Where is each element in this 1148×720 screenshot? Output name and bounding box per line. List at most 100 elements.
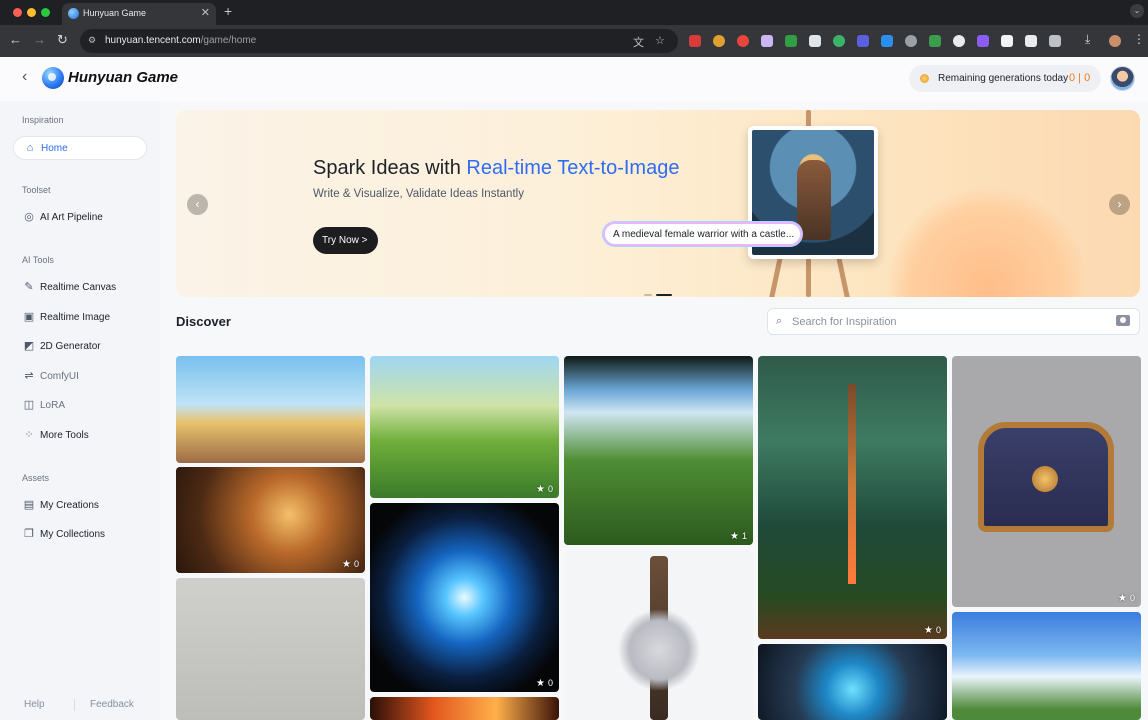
extension-9-icon[interactable] [881, 35, 893, 47]
sidebar-item-label: Realtime Image [40, 312, 111, 323]
sidebar-item-comfyui[interactable]: ⇌ ComfyUI [13, 365, 147, 389]
zoom-window-button[interactable] [41, 8, 50, 17]
sidebar-item-realtime-canvas[interactable]: ✎ Realtime Canvas [13, 276, 147, 300]
sidebar-item-home[interactable]: ⌂ Home [13, 136, 147, 160]
extension-14-icon[interactable] [1001, 35, 1013, 47]
hunyuan-logo-icon [42, 67, 64, 89]
address-bar[interactable]: ⚙ hunyuan.tencent.com/game/home 文 ☆ [80, 29, 678, 53]
chevron-right-icon[interactable]: › [1109, 194, 1130, 215]
collections-icon: ❐ [24, 528, 34, 540]
translate-icon[interactable]: 文 [633, 34, 644, 50]
sidebar-item-my-creations[interactable]: ▤ My Creations [13, 494, 147, 518]
sidebar-item-label: More Tools [40, 430, 89, 441]
card-sky-streetlamp[interactable] [952, 612, 1141, 720]
camera-icon[interactable] [1116, 315, 1130, 326]
extension-7-icon[interactable] [833, 35, 845, 47]
favorite-count: ★ 0 [924, 625, 941, 636]
minimize-window-button[interactable] [27, 8, 36, 17]
sidebar-item-my-collections[interactable]: ❐ My Collections [13, 523, 147, 547]
profile-icon[interactable] [1109, 35, 1121, 47]
close-window-button[interactable] [13, 8, 22, 17]
extension-1-icon[interactable] [689, 35, 701, 47]
back-arrow-icon[interactable]: ‹ [22, 68, 27, 86]
extension-4-icon[interactable] [761, 35, 773, 47]
card-blue-vortex[interactable]: ★ 0 [370, 503, 559, 692]
extension-8-icon[interactable] [857, 35, 869, 47]
browser-tab[interactable]: Hunyuan Game ✕ [62, 3, 216, 25]
sidebar-item-label: Home [41, 143, 68, 154]
user-avatar[interactable] [1110, 66, 1135, 91]
coin-icon [920, 74, 929, 83]
star-icon: ★ [924, 625, 933, 636]
try-now-button[interactable]: Try Now > [313, 227, 378, 254]
canvas-icon: ✎ [24, 281, 34, 293]
extension-13-icon[interactable] [977, 35, 989, 47]
grid-icon: ⁘ [24, 429, 34, 441]
browser-menu-icon[interactable]: ⋮ [1133, 32, 1145, 46]
site-info-icon[interactable]: ⚙ [88, 35, 99, 46]
card-village-street[interactable] [176, 356, 365, 463]
app-logo-text[interactable]: Hunyuan Game [68, 69, 178, 86]
feedback-link[interactable]: Feedback [90, 699, 134, 710]
back-nav-icon[interactable]: ← [9, 32, 22, 47]
extension-15-icon[interactable] [1025, 35, 1037, 47]
extensions-puzzle-icon[interactable] [1049, 35, 1061, 47]
browser-tab-strip: Hunyuan Game ✕ + ⌄ [0, 0, 1148, 25]
star-icon: ★ [730, 531, 739, 542]
card-ornate-sword[interactable] [564, 550, 753, 720]
extension-5-icon[interactable] [785, 35, 797, 47]
downloads-icon[interactable]: ⤓ [1085, 32, 1090, 47]
card-forest-meadow[interactable]: ★ 1 [564, 356, 753, 545]
home-icon: ⌂ [26, 142, 34, 154]
reload-icon[interactable]: ↻ [57, 32, 68, 48]
card-forest-sword[interactable]: ★ 0 [758, 356, 947, 639]
main-content: Spark Ideas with Real-time Text-to-Image… [160, 101, 1148, 720]
sidebar-item-2d-generator[interactable]: ◩ 2D Generator [13, 335, 147, 359]
sidebar-item-ai-art-pipeline[interactable]: ◎ AI Art Pipeline [13, 206, 147, 230]
card-treasure-chest[interactable]: ★ 0 [952, 356, 1141, 607]
favorite-count: ★ 0 [1118, 593, 1135, 604]
app-header: ‹ Hunyuan Game Remaining generations tod… [0, 57, 1148, 101]
favorite-count-value: 1 [741, 531, 747, 541]
extension-3-icon[interactable] [737, 35, 749, 47]
carousel-dot-active[interactable] [656, 294, 672, 296]
tab-search-chevron-icon[interactable]: ⌄ [1130, 4, 1144, 18]
extension-10-icon[interactable] [905, 35, 917, 47]
close-tab-icon[interactable]: ✕ [201, 6, 210, 19]
section-title-assets: Assets [22, 473, 50, 483]
help-link[interactable]: Help [24, 699, 45, 710]
chevron-left-icon[interactable]: ‹ [187, 194, 208, 215]
carousel-dot[interactable] [644, 294, 652, 296]
extension-2-icon[interactable] [713, 35, 725, 47]
extension-12-icon[interactable] [953, 35, 965, 47]
card-mushroom-house[interactable]: ★ 0 [370, 356, 559, 498]
comfyui-icon: ⇌ [24, 370, 34, 382]
banner-title-highlight: Real-time Text-to-Image [466, 157, 680, 179]
inspiration-search[interactable]: ⌕ Search for Inspiration [767, 308, 1140, 335]
extension-6-icon[interactable] [809, 35, 821, 47]
pipeline-icon: ◎ [24, 211, 34, 223]
card-fire-strip[interactable] [370, 697, 559, 720]
sidebar-item-realtime-image[interactable]: ▣ Realtime Image [13, 306, 147, 330]
card-blue-demon[interactable] [758, 644, 947, 720]
card-golden-hall[interactable]: ★ 0 [176, 467, 365, 573]
bookmark-star-icon[interactable]: ☆ [655, 34, 665, 47]
banner-sun-decoration [888, 188, 1088, 297]
lora-icon: ◫ [23, 399, 35, 411]
extension-11-icon[interactable] [929, 35, 941, 47]
section-title-inspiration: Inspiration [22, 115, 64, 125]
favorite-count: ★ 0 [342, 559, 359, 570]
generations-counter[interactable]: Remaining generations today 0 | 0 [909, 65, 1101, 92]
hero-banner[interactable]: Spark Ideas with Real-time Text-to-Image… [176, 110, 1140, 297]
star-icon: ★ [536, 484, 545, 495]
generations-count: 0 | 0 [1069, 72, 1091, 84]
favorite-count-value: 0 [547, 484, 553, 494]
sidebar-item-lora[interactable]: ◫ LoRA [13, 394, 147, 418]
card-game-props[interactable] [176, 578, 365, 720]
new-tab-button[interactable]: + [224, 3, 232, 19]
search-icon: ⌕ [776, 315, 783, 327]
url-text: hunyuan.tencent.com/game/home [105, 35, 256, 46]
sidebar-item-more-tools[interactable]: ⁘ More Tools [13, 424, 147, 448]
star-icon: ★ [536, 678, 545, 689]
forward-nav-icon[interactable]: → [33, 32, 46, 47]
